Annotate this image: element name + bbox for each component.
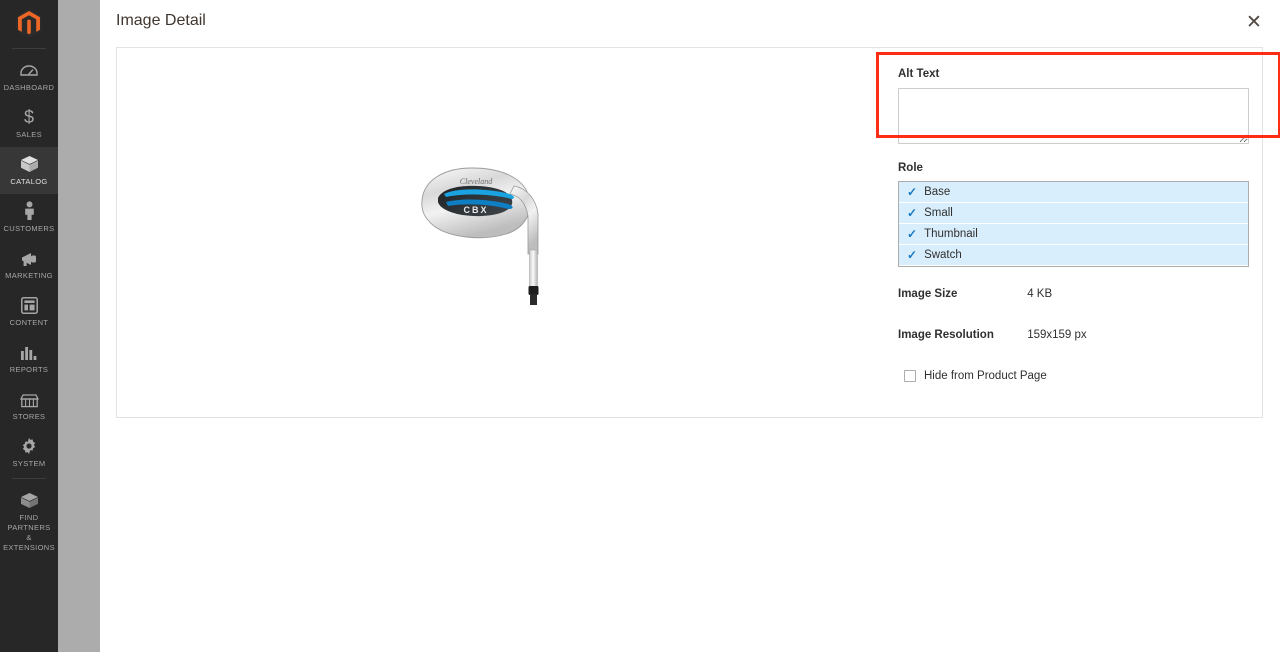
sidebar-item-sales[interactable]: $ SALES [0, 100, 58, 147]
sidebar-item-label: SALES [16, 130, 42, 139]
image-preview-pane: Cleveland CBX [117, 48, 882, 417]
image-resolution-value: 159x159 px [1027, 329, 1087, 341]
role-option-small[interactable]: ✓ Small [899, 203, 1248, 224]
admin-sidebar: DASHBOARD $ SALES CATALOG CUSTOMERS MARK… [0, 0, 58, 652]
check-icon: ✓ [907, 227, 918, 241]
svg-text:CBX: CBX [463, 205, 488, 215]
image-size-row: Image Size 4 KB [898, 288, 1250, 300]
screen: Clev Con Con Con col Pro Ima 🗑 159 Ba Th… [0, 0, 1280, 652]
sidebar-item-find-partners-extensions[interactable]: FIND PARTNERS & EXTENSIONS [0, 483, 58, 560]
image-detail-pane: Alt Text Role ✓ Base ✓ Small ✓ Thumbnail… [876, 48, 1280, 417]
storefront-icon [19, 389, 39, 408]
sidebar-item-label: STORES [12, 412, 46, 421]
image-resolution-label: Image Resolution [898, 329, 994, 341]
megaphone-icon [20, 248, 39, 267]
magento-logo[interactable] [0, 0, 58, 46]
person-icon [23, 201, 36, 220]
hide-from-product-page-checkbox[interactable] [904, 370, 916, 382]
image-detail-modal: Image Detail ✕ Cleveland CBX Alt Text Ro… [100, 0, 1280, 652]
role-option-swatch[interactable]: ✓ Swatch [899, 245, 1248, 266]
divider [12, 48, 46, 49]
layout-icon [20, 295, 38, 314]
role-option-label: Base [924, 186, 951, 198]
sidebar-item-label: FIND PARTNERS & EXTENSIONS [3, 513, 55, 552]
role-option-base[interactable]: ✓ Base [899, 182, 1248, 203]
role-multiselect[interactable]: ✓ Base ✓ Small ✓ Thumbnail ✓ Swatch [898, 181, 1249, 267]
sidebar-item-label: MARKETING [5, 271, 53, 280]
sidebar-item-label: CATALOG [10, 177, 48, 186]
sidebar-item-catalog[interactable]: CATALOG [0, 147, 58, 194]
sidebar-item-label: CUSTOMERS [3, 224, 55, 233]
sidebar-item-label: CONTENT [9, 318, 49, 327]
divider [12, 478, 46, 479]
sidebar-item-content[interactable]: CONTENT [0, 288, 58, 335]
sidebar-item-stores[interactable]: STORES [0, 382, 58, 429]
image-size-value: 4 KB [1027, 288, 1053, 300]
close-icon[interactable]: ✕ [1242, 10, 1266, 34]
image-resolution-row: Image Resolution 159x159 px [898, 329, 1250, 341]
sidebar-item-label: SYSTEM [12, 459, 46, 468]
image-size-label: Image Size [898, 288, 958, 300]
svg-text:$: $ [24, 107, 34, 126]
sidebar-item-system[interactable]: SYSTEM [0, 429, 58, 476]
box-icon [20, 154, 39, 173]
sidebar-item-marketing[interactable]: MARKETING [0, 241, 58, 288]
hide-from-product-page-label: Hide from Product Page [924, 370, 1047, 382]
sidebar-item-customers[interactable]: CUSTOMERS [0, 194, 58, 241]
bar-chart-icon [20, 342, 38, 361]
gear-icon [20, 436, 38, 455]
sidebar-item-reports[interactable]: REPORTS [0, 335, 58, 382]
svg-text:Cleveland: Cleveland [459, 177, 492, 186]
alt-text-label: Alt Text [898, 68, 940, 80]
role-option-thumbnail[interactable]: ✓ Thumbnail [899, 224, 1248, 245]
role-field-group: Role ✓ Base ✓ Small ✓ Thumbnail ✓ Swatch [898, 162, 1250, 267]
dashboard-icon [20, 60, 38, 79]
role-option-label: Thumbnail [924, 228, 978, 240]
alt-text-input[interactable] [898, 88, 1249, 144]
check-icon: ✓ [907, 248, 918, 262]
role-label: Role [898, 162, 923, 174]
hide-from-product-page-row[interactable]: Hide from Product Page [904, 370, 1047, 382]
product-image-golf-iron: Cleveland CBX [420, 167, 538, 305]
modal-title: Image Detail [116, 12, 206, 29]
extension-icon [20, 490, 39, 509]
alt-text-field-group: Alt Text [898, 68, 1250, 144]
modal-body: Cleveland CBX Alt Text Role ✓ Base ✓ Sma… [116, 47, 1280, 418]
role-option-label: Small [924, 207, 953, 219]
check-icon: ✓ [907, 206, 918, 220]
check-icon: ✓ [907, 185, 918, 199]
sidebar-item-dashboard[interactable]: DASHBOARD [0, 53, 58, 100]
role-option-label: Swatch [924, 249, 962, 261]
sidebar-item-label: REPORTS [9, 365, 49, 374]
dollar-icon: $ [22, 107, 36, 126]
sidebar-item-label: DASHBOARD [3, 83, 55, 92]
